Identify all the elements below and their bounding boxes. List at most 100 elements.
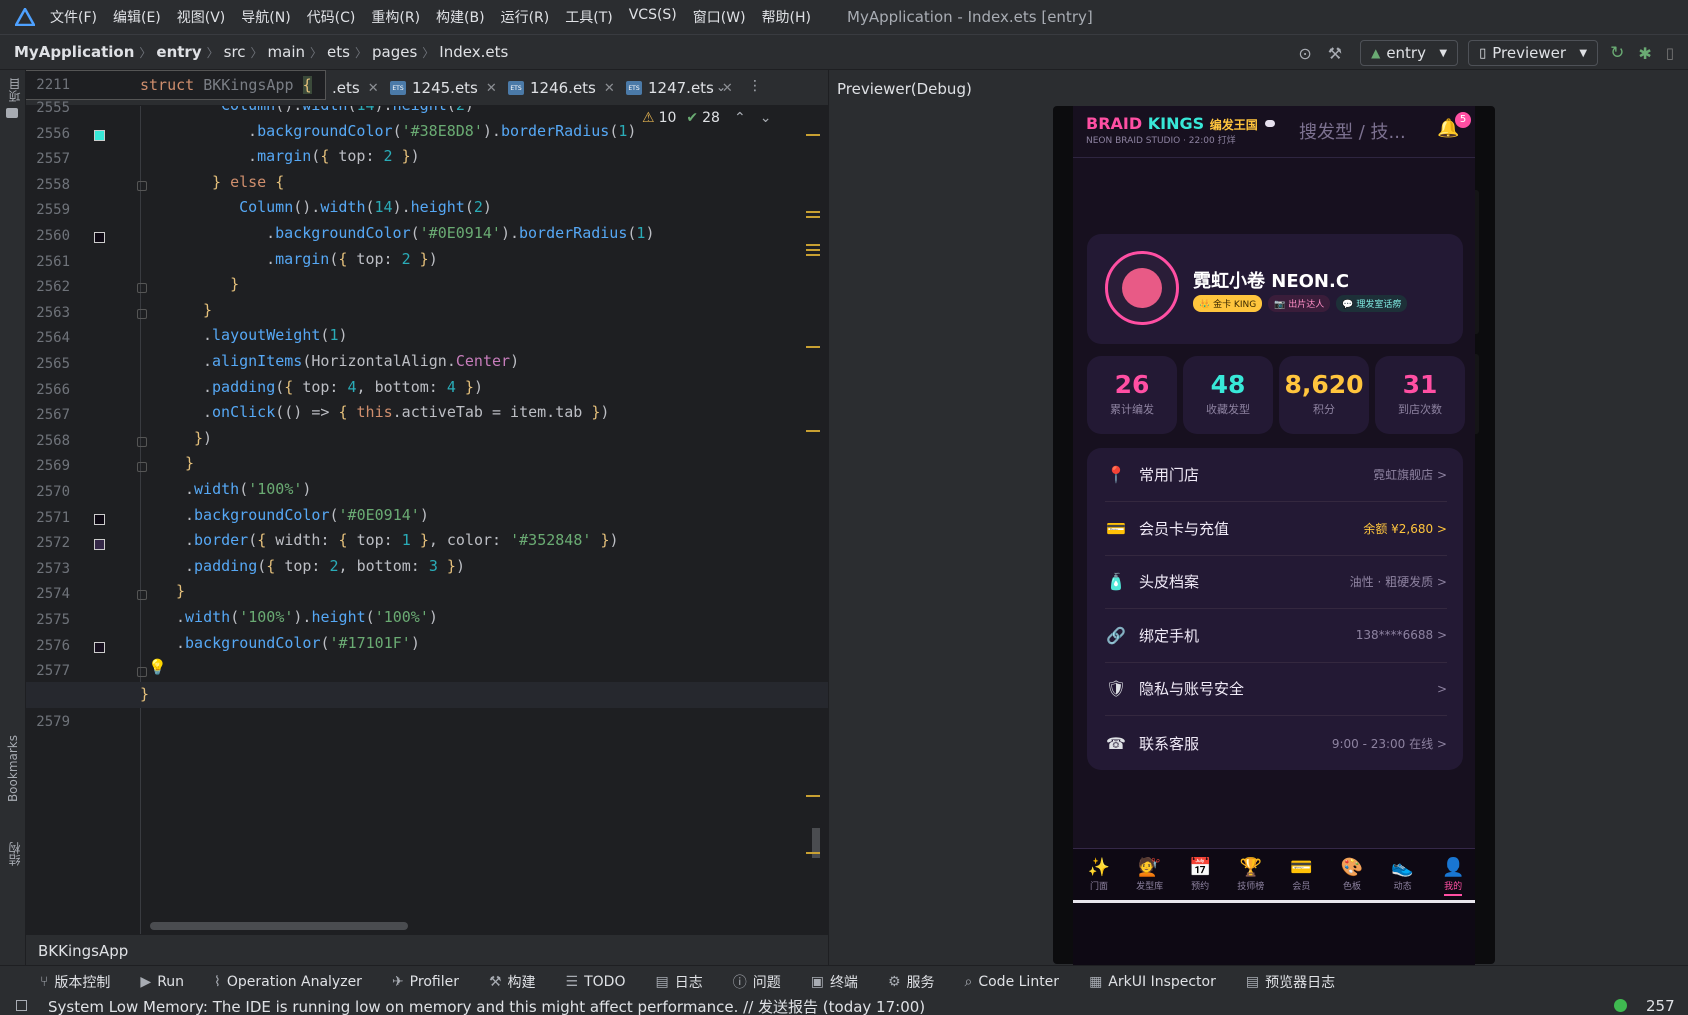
settings-row[interactable]: ☎ 联系客服 9:00 - 23:00 在线 > [1105,716,1447,770]
stat-card[interactable]: 26 累计编发 [1087,356,1177,434]
profile-card[interactable]: 霓虹小卷 NEON.C 👑 金卡 KING 📷 出片达人 💬 理发室话痨 [1087,234,1463,344]
menu-item[interactable]: 代码(C) [307,7,356,27]
bottom-nav: ✨ 门面 💇 发型库 📅 预约 🏆 技师榜 💳 会员 🎨 色板 👟 动态 👤 我的 [1073,848,1475,966]
sticky-scope-header[interactable]: 2211 struct BKKingsApp { [26,70,326,100]
menu-item[interactable]: 工具(T) [565,7,612,27]
settings-row[interactable]: 🧴 头皮档案 油性 · 粗硬发质 > [1105,555,1447,610]
tool-window-button[interactable]: ☰ TODO [566,974,626,990]
nav-item[interactable]: 💳 会员 [1276,857,1326,892]
close-icon[interactable]: ✕ [486,81,497,96]
settings-row[interactable]: 🔗 绑定手机 138****6688 > [1105,609,1447,663]
editor-tab[interactable]: ETS 1245.ets ✕ [390,70,497,106]
nav-item[interactable]: 💇 发型库 [1125,857,1175,892]
tool-window-button[interactable]: ⌇ Operation Analyzer [214,974,362,990]
nav-item[interactable]: ✨ 门面 [1074,857,1124,892]
nav-item[interactable]: 📅 预约 [1175,857,1225,892]
nav-icon: 🎨 [1340,857,1364,878]
code-line: Column().width(14).height(2) [221,106,474,114]
chevron-down-icon[interactable]: ⌄ [760,110,772,126]
ets-file-icon: ETS [508,81,524,95]
folder-icon[interactable] [6,108,18,118]
tool-window-button[interactable]: ▤ 预览器日志 [1246,972,1335,992]
lightbulb-icon[interactable]: 💡 [148,658,167,676]
stat-card[interactable]: 31 到店次数 [1375,356,1465,434]
menu-item[interactable]: 导航(N) [241,7,290,27]
close-icon[interactable]: ✕ [368,81,379,96]
tool-window-label: 问题 [752,974,781,991]
menu-item[interactable]: 视图(V) [177,7,226,27]
breadcrumb-item[interactable]: main [268,43,305,61]
editor-tab[interactable]: ETS 1246.ets ✕ [508,70,615,106]
project-tool-tab[interactable]: 项目 [6,78,23,102]
editor-tab[interactable]: .ets ✕ [332,70,379,106]
scope-crumb[interactable]: BKKingsApp [38,942,128,960]
code-line: .padding({ top: 4, bottom: 4 }) [203,377,483,396]
menu-items: 文件(F) 编辑(E) 视图(V) 导航(N) 代码(C) 重构(R) 构建(B) 运行(R)… [50,7,827,27]
settings-row[interactable]: 💳 会员卡与充值 余额 ¥2,680 > [1105,502,1447,556]
warning-icon: ⚠ [642,110,655,126]
settings-row[interactable]: 📍 常用门店 霓虹旗舰店 > [1105,448,1447,502]
module-select[interactable]: ▲ entry ▼ [1360,40,1459,66]
row-label: 会员卡与充值 [1139,519,1230,538]
structure-tool-tab[interactable]: 结构 [6,842,23,866]
tool-window-button[interactable]: ⚒ 构建 [489,972,536,992]
stat-card[interactable]: 48 收藏发型 [1183,356,1273,434]
menu-item[interactable]: 窗口(W) [693,7,746,27]
code-line: .width('100%').height('100%') [176,608,438,626]
debug-icon[interactable]: ✱ [1638,44,1651,63]
menu-item[interactable]: 文件(F) [50,7,97,27]
error-stripe[interactable] [806,134,824,934]
code-line: }) [194,428,213,447]
breadcrumb-item[interactable]: src [224,43,246,61]
menu-item[interactable]: VCS(S) [629,7,677,27]
target-icon[interactable]: ⊙ [1298,44,1311,63]
avatar[interactable] [1105,251,1179,325]
horizontal-scrollbar[interactable] [150,922,408,930]
tool-window-button[interactable]: ✈ Profiler [392,974,459,990]
breadcrumb-item[interactable]: pages [372,43,417,61]
settings-row[interactable]: 🛡 隐私与账号安全 > [1105,662,1447,717]
nav-item[interactable]: 👤 我的 [1428,857,1475,896]
chevron-up-icon[interactable]: ⌃ [734,110,746,126]
breadcrumb-item[interactable]: MyApplication [14,43,134,61]
stat-card[interactable]: 8,620 积分 [1279,356,1369,434]
status-message[interactable]: System Low Memory: The IDE is running lo… [48,997,925,1015]
chevron-down-icon[interactable]: ⌄ [716,80,726,94]
bookmarks-tool-tab[interactable]: Bookmarks [6,735,20,802]
menu-item[interactable]: 重构(R) [371,7,420,27]
tool-window-button[interactable]: ▶ Run [140,974,184,990]
menu-item[interactable]: 编辑(E) [113,7,161,27]
menu-item[interactable]: 帮助(H) [762,7,811,27]
nav-item[interactable]: 👟 动态 [1378,857,1428,892]
code-line: .onClick(() => { this.activeTab = item.t… [203,403,610,422]
module-label: entry [1386,44,1426,62]
previewer-panel: Previewer(Debug) BRAID KINGS 编发王国 NEON B… [828,70,1688,966]
tool-window-button[interactable]: ▦ ArkUI Inspector [1089,974,1216,990]
nav-item[interactable]: 🏆 技师榜 [1226,857,1276,892]
stop-device-icon[interactable]: ▯ [1666,44,1674,62]
tool-window-icon: ⓘ [732,974,747,991]
menu-item[interactable]: 构建(B) [436,7,485,27]
tool-window-button[interactable]: ⚙ 服务 [888,972,935,992]
more-icon[interactable]: ⋮ [748,78,762,94]
tool-window-button[interactable]: ⌕ Code Linter [965,974,1060,990]
code-area[interactable]: Column().width(14).height(2) .background… [26,106,828,934]
breadcrumb-item[interactable]: entry [156,43,201,61]
close-icon[interactable]: ✕ [604,81,615,96]
code-breadcrumb[interactable]: BKKingsApp [26,934,828,965]
hammer-icon[interactable]: ⚒ [1328,44,1342,63]
row-icon: 🧴 [1106,572,1126,592]
tool-window-button[interactable]: ▤ 日志 [655,972,702,992]
search-input[interactable]: 搜发型 / 技... [1299,118,1406,144]
tool-window-button[interactable]: ⓘ 问题 [733,972,781,992]
breadcrumb-item[interactable]: ets [327,43,350,61]
tool-window-button[interactable]: ⑂ 版本控制 [40,972,110,992]
device-select[interactable]: ▯ Previewer ▼ [1468,40,1599,66]
inspection-widget[interactable]: ⚠ 10 ✔ 28 ⌃ ⌄ [636,106,778,130]
menu-item[interactable]: 运行(R) [501,7,550,27]
nav-item[interactable]: 🎨 色板 [1327,857,1377,892]
refresh-icon[interactable]: ↻ [1610,43,1624,63]
breadcrumb-item[interactable]: Index.ets [439,43,508,61]
stat-label: 累计编发 [1110,403,1154,416]
tool-window-button[interactable]: ▣ 终端 [811,972,858,992]
